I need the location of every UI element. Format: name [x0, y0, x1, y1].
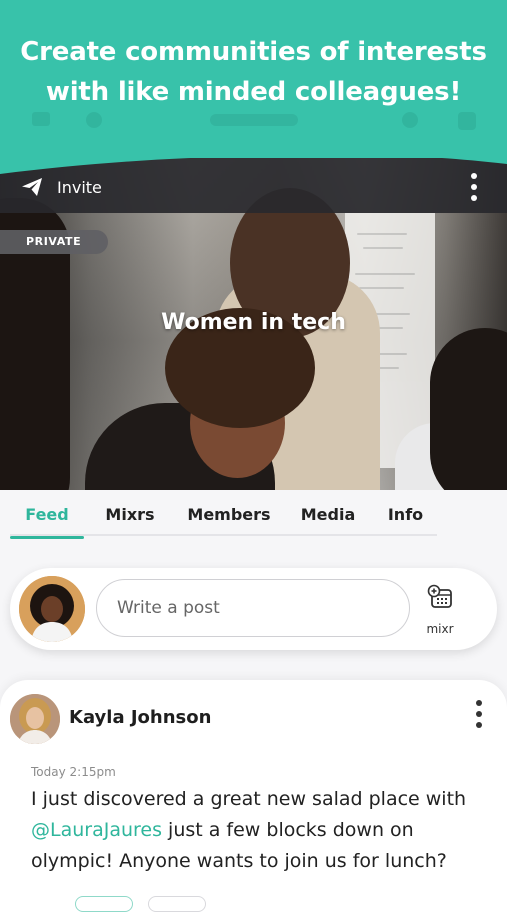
author-name[interactable]: Kayla Johnson — [69, 707, 211, 728]
privacy-badge: PRIVATE — [0, 230, 108, 254]
group-name: Women in tech — [161, 310, 346, 335]
tab-feed[interactable]: Feed — [10, 504, 84, 539]
current-user-avatar[interactable] — [19, 576, 85, 642]
promo-banner: Create communities of interests with lik… — [0, 0, 507, 175]
post-body: I just discovered a great new salad plac… — [31, 784, 491, 877]
group-hero: Invite PRIVATE Women in tech — [0, 158, 507, 490]
tab-media[interactable]: Media — [282, 504, 374, 534]
user-mention-link[interactable]: @LauraJaures — [31, 819, 162, 841]
mixr-label: mixr — [426, 622, 454, 636]
calendar-plus-icon — [427, 584, 452, 608]
write-post-input[interactable] — [96, 579, 410, 637]
tab-info[interactable]: Info — [374, 504, 437, 534]
tab-members[interactable]: Members — [176, 504, 282, 534]
reaction-pill[interactable] — [148, 896, 206, 912]
reaction-pill[interactable] — [75, 896, 133, 912]
tab-mixrs[interactable]: Mixrs — [84, 504, 176, 534]
vertical-dots-icon — [476, 700, 482, 706]
post-composer: mixr — [10, 568, 497, 650]
invite-label: Invite — [57, 177, 102, 197]
post-text-before: I just discovered a great new salad plac… — [31, 788, 467, 810]
feed-post: Kayla Johnson Today 2:15pm I just discov… — [0, 680, 507, 920]
post-menu-button[interactable] — [467, 698, 491, 732]
author-avatar[interactable] — [10, 694, 60, 744]
group-tabs: Feed Mixrs Members Media Info — [10, 504, 437, 539]
create-mixr-button[interactable]: mixr — [415, 582, 465, 638]
promo-headline: Create communities of interests with lik… — [20, 37, 487, 107]
group-tabs-area: Feed Mixrs Members Media Info — [0, 490, 507, 560]
promo-curve — [0, 150, 507, 174]
post-timestamp: Today 2:15pm — [31, 765, 116, 779]
